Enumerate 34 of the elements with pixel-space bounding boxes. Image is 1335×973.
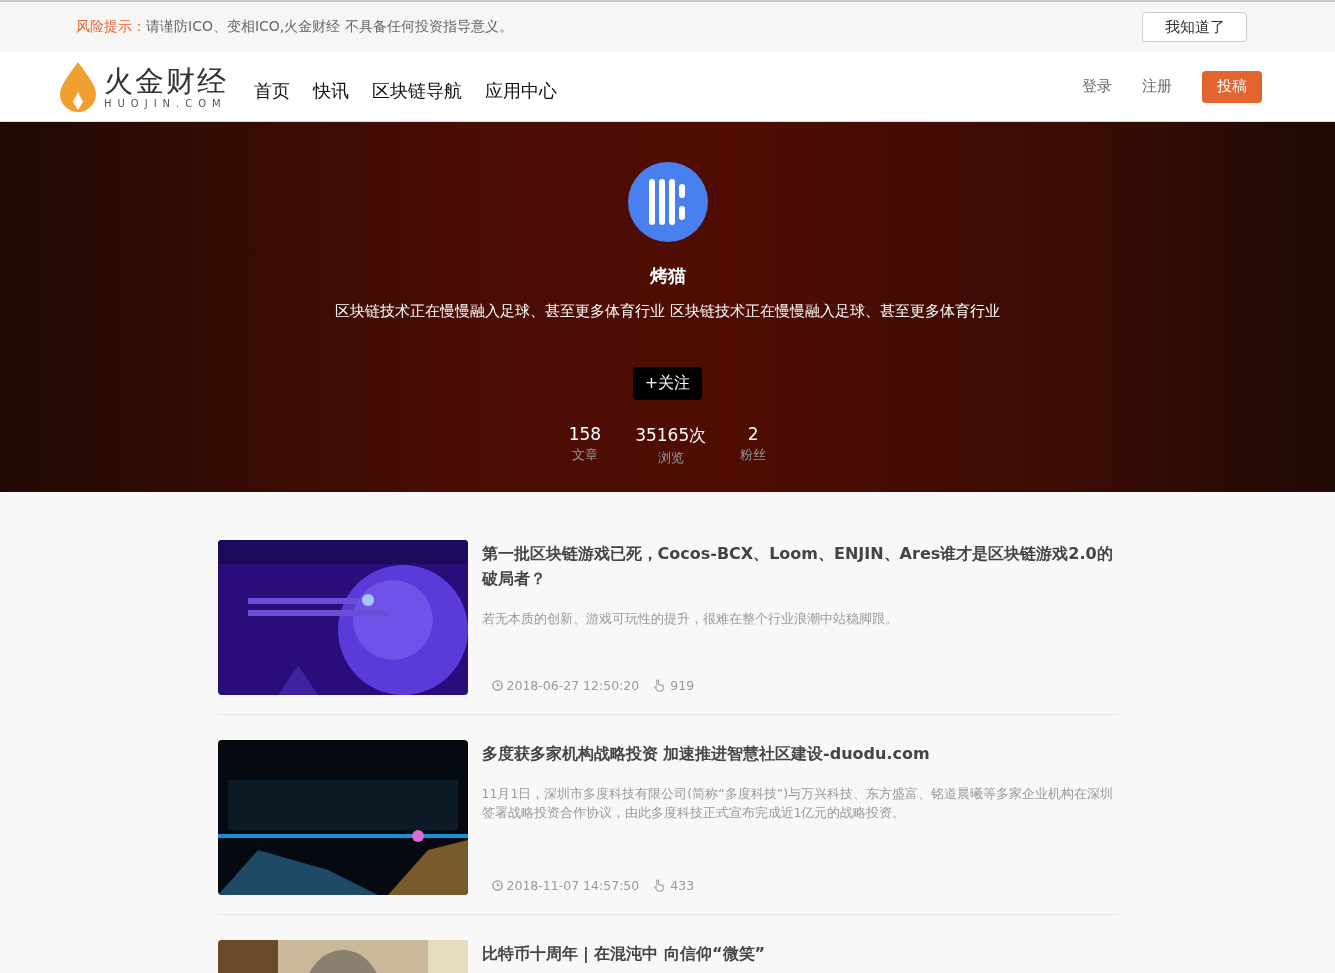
logo-domain: HUOJIN.COM [104, 98, 228, 109]
nav-link[interactable]: 首页 [254, 78, 290, 103]
hand-icon [653, 679, 667, 692]
clock-icon [491, 880, 503, 891]
article-summary: 若无本质的创新、游戏可玩性的提升，很难在整个行业浪潮中站稳脚跟。 [481, 610, 899, 628]
article-likes: 919 [670, 678, 695, 693]
dismiss-button[interactable]: 我知道了 [1142, 12, 1247, 42]
flame-logo-icon [60, 61, 96, 112]
author-bio: 区块链技术正在慢慢融入足球、甚至更多体育行业 区块链技术正在慢慢融入足球、甚至更多体育行业 [335, 302, 1000, 321]
hand-icon [653, 879, 667, 892]
article-title[interactable]: 比特币十周年 | 在混沌中 向信仰“微笑” [481, 941, 1118, 966]
article-time: 2018-06-27 12:50:20 [506, 678, 640, 693]
nav-link[interactable]: 应用中心 [485, 78, 557, 103]
stat-label: 浏览 [657, 449, 684, 467]
article-title[interactable]: 第一批区块链游戏已死，Cocos-BCX、Loom、ENJIN、Ares谁才是区块链游戏2.0的破局者？ [481, 541, 1118, 591]
follow-button[interactable]: +关注 [632, 367, 703, 400]
stat-label: 文章 [571, 446, 598, 464]
avatar-icon [627, 162, 708, 242]
stat-label: 粉丝 [740, 446, 767, 464]
article-title[interactable]: 多度获多家机构战略投资 加速推进智慧社区建设-duodu.com [481, 741, 1118, 766]
clock-icon [491, 680, 503, 691]
stat-value: 35165次 [635, 424, 707, 447]
login-link[interactable]: 登录 [1082, 77, 1112, 96]
nav-link[interactable]: 快讯 [313, 78, 349, 103]
stat-value: 158 [568, 424, 602, 444]
article-summary: 11月1日，深圳市多度科技有限公司(简称“多度科技”)与万兴科技、东方盛富、铭道晨曦等多家企业机构在深圳签署战略投资合作协议，由此多度科技正式宣布完成近1亿元的战略投资。 [481, 785, 1115, 822]
author-name: 烤猫 [649, 264, 686, 288]
register-link[interactable]: 注册 [1142, 77, 1172, 96]
risk-notice: 风险提示：请谨防ICO、变相ICO,火金财经 不具备任何投资指导意义。 [76, 18, 513, 36]
logo-name: 火金财经 [104, 64, 228, 98]
stat-value: 2 [747, 424, 759, 444]
nav-link[interactable]: 区块链导航 [372, 78, 462, 103]
article-time: 2018-11-07 14:57:50 [506, 878, 640, 893]
article-likes: 433 [670, 878, 695, 893]
